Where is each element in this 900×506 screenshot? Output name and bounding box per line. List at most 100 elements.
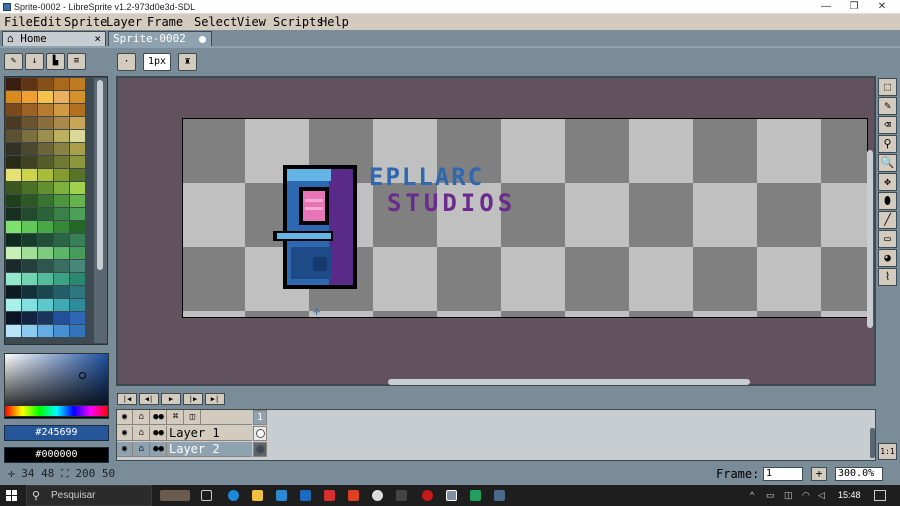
palette-swatch[interactable] — [22, 156, 37, 168]
palette-swatch[interactable] — [70, 247, 85, 259]
menu-view[interactable]: View — [237, 14, 266, 30]
palette-swatch[interactable] — [22, 169, 37, 181]
palette-swatch[interactable] — [6, 169, 21, 181]
menu-frame[interactable]: Frame — [147, 14, 183, 30]
sprite-editor[interactable]: EPLLARC STUDIOS ✛ — [116, 76, 876, 386]
store-icon[interactable] — [300, 490, 311, 501]
layer-lock-icon[interactable]: ⌂ — [134, 426, 150, 441]
palette-swatch[interactable] — [54, 104, 69, 116]
layer-row[interactable]: ◉ ⌂ ●● Layer 1 — [117, 426, 252, 441]
palette-swatch[interactable] — [54, 208, 69, 220]
palette-swatch[interactable] — [70, 169, 85, 181]
sprite-canvas[interactable]: EPLLARC STUDIOS ✛ — [182, 118, 868, 318]
pencil-tool[interactable]: ✎ — [878, 97, 897, 115]
close-window-button[interactable]: ✕ — [868, 0, 896, 14]
frame-header-1[interactable]: 1 — [253, 410, 267, 425]
palette-save-button[interactable]: ▙ — [46, 53, 65, 70]
prev-frame-button[interactable]: ◀| — [139, 393, 159, 405]
palette-load-button[interactable]: ↓ — [25, 53, 44, 70]
editor-horizontal-scrollbar[interactable] — [388, 379, 750, 385]
zoom-tool[interactable]: 🔍 — [878, 154, 897, 172]
palette-swatch[interactable] — [22, 325, 37, 337]
palette-swatch[interactable] — [38, 182, 53, 194]
onion-skin-icon[interactable]: ◫ — [185, 410, 201, 425]
palette-swatch[interactable] — [6, 182, 21, 194]
ink-type-button[interactable]: ♜ — [178, 53, 197, 71]
palette-swatch[interactable] — [22, 117, 37, 129]
zoom-input[interactable]: 300.0% — [835, 467, 883, 481]
palette-scroll-thumb[interactable] — [97, 80, 103, 270]
layer-visible-eye-icon[interactable]: ◉ — [117, 426, 133, 441]
app-blue-icon[interactable] — [494, 490, 505, 501]
palette-swatch[interactable] — [54, 78, 69, 90]
rectangle-tool[interactable]: ▭ — [878, 230, 897, 248]
palette-swatch[interactable] — [54, 325, 69, 337]
palette-swatch[interactable] — [70, 312, 85, 324]
frame-input[interactable]: 1 — [763, 467, 803, 481]
libresprite-taskbar-icon[interactable] — [446, 490, 457, 501]
tray-chevron-icon[interactable]: ^ — [750, 490, 754, 500]
palette-swatch[interactable] — [6, 286, 21, 298]
brush-size-input[interactable]: 1px — [143, 53, 171, 71]
notifications-icon[interactable] — [874, 490, 886, 501]
palette-swatch[interactable] — [6, 325, 21, 337]
contour-tool[interactable]: ◕ — [878, 249, 897, 267]
palette-swatch[interactable] — [38, 78, 53, 90]
cel-layer1-frame1[interactable] — [253, 426, 267, 441]
palette-swatch[interactable] — [38, 208, 53, 220]
menu-help[interactable]: Help — [320, 14, 349, 30]
palette-swatch[interactable] — [6, 273, 21, 285]
palette-swatch[interactable] — [38, 91, 53, 103]
palette-swatch[interactable] — [54, 273, 69, 285]
fill-tool[interactable]: ⬮ — [878, 192, 897, 210]
tab-home-close-icon[interactable]: × — [94, 32, 101, 46]
palette-swatch[interactable] — [38, 299, 53, 311]
tab-home[interactable]: ⌂ Home × — [2, 31, 106, 47]
palette-swatch[interactable] — [54, 247, 69, 259]
palette-swatch[interactable] — [38, 104, 53, 116]
palette-swatch[interactable] — [38, 312, 53, 324]
layer-visible-eye-icon[interactable]: ◉ — [117, 442, 133, 457]
palette-swatch[interactable] — [70, 156, 85, 168]
palette-swatch[interactable] — [6, 234, 21, 246]
palette-swatch[interactable] — [70, 221, 85, 233]
palette-swatch[interactable] — [54, 234, 69, 246]
palette-swatch[interactable] — [70, 273, 85, 285]
palette-swatch[interactable] — [70, 182, 85, 194]
palette-swatch[interactable] — [38, 286, 53, 298]
palette-swatch[interactable] — [70, 143, 85, 155]
next-frame-button[interactable]: |▶ — [183, 393, 203, 405]
palette-swatch[interactable] — [6, 299, 21, 311]
hue-slider[interactable] — [4, 405, 109, 417]
brush-type-button[interactable]: · — [117, 53, 136, 71]
palette-swatch[interactable] — [54, 299, 69, 311]
mail-icon[interactable] — [276, 490, 287, 501]
file-explorer-icon[interactable] — [252, 490, 263, 501]
layer-continuous-icon[interactable]: ●● — [151, 426, 167, 441]
layer-continuous-icon[interactable]: ●● — [151, 442, 167, 457]
palette-swatch[interactable] — [6, 221, 21, 233]
palette-swatch[interactable] — [22, 195, 37, 207]
palette-swatch[interactable] — [70, 104, 85, 116]
palette-swatch[interactable] — [70, 195, 85, 207]
eye-icon[interactable]: ◉ — [117, 410, 133, 425]
taskbar-search-input[interactable]: Pesquisar — [26, 485, 152, 506]
palette-swatch[interactable] — [38, 130, 53, 142]
network-icon[interactable]: ◫ — [784, 490, 793, 501]
blur-tool[interactable]: ⌇ — [878, 268, 897, 286]
palette-swatch[interactable] — [22, 247, 37, 259]
palette-swatch[interactable] — [70, 78, 85, 90]
palette-scrollbar[interactable] — [94, 78, 107, 343]
app-dark-icon[interactable] — [396, 490, 407, 501]
palette-swatch[interactable] — [6, 104, 21, 116]
palette-swatch[interactable] — [70, 234, 85, 246]
palette-swatch[interactable] — [6, 247, 21, 259]
palette-swatch[interactable] — [70, 208, 85, 220]
palette-swatch[interactable] — [22, 130, 37, 142]
app-red-icon[interactable] — [324, 490, 335, 501]
lock-icon[interactable]: ⌂ — [134, 410, 150, 425]
first-frame-button[interactable]: |◀ — [117, 393, 137, 405]
line-tool[interactable]: ╱ — [878, 211, 897, 229]
palette-swatch[interactable] — [38, 221, 53, 233]
palette-swatch[interactable] — [38, 247, 53, 259]
